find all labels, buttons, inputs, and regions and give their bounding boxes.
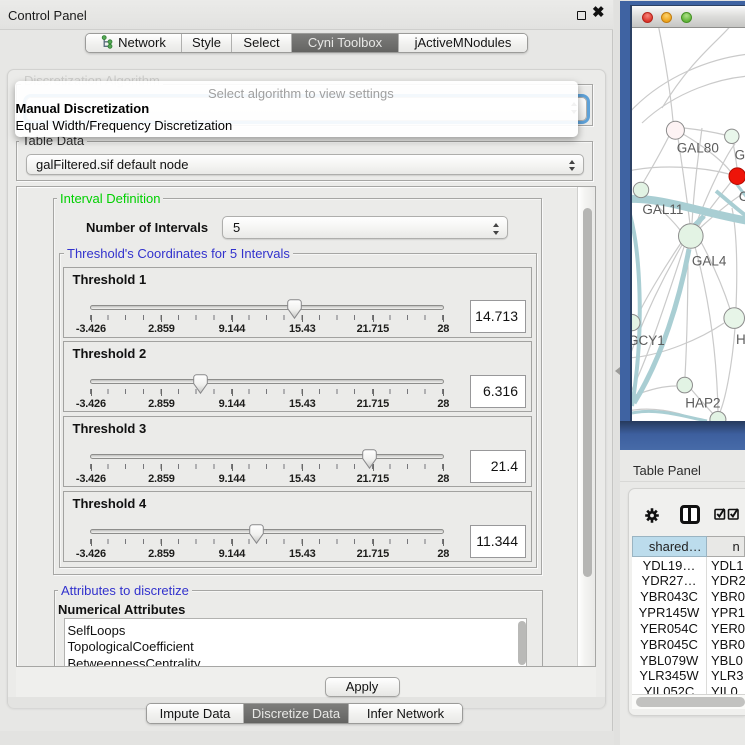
svg-text:GAL2: GAL2 [735, 148, 745, 163]
svg-text:GAL80: GAL80 [677, 141, 719, 156]
svg-text:HAP2: HAP2 [685, 396, 720, 411]
svg-text:GAL4: GAL4 [692, 254, 727, 269]
svg-text:GCY1: GCY1 [632, 333, 665, 348]
svg-text:HIS4: HIS4 [736, 332, 745, 347]
svg-text:GAL11: GAL11 [642, 202, 683, 217]
svg-text:C: C [739, 189, 745, 204]
